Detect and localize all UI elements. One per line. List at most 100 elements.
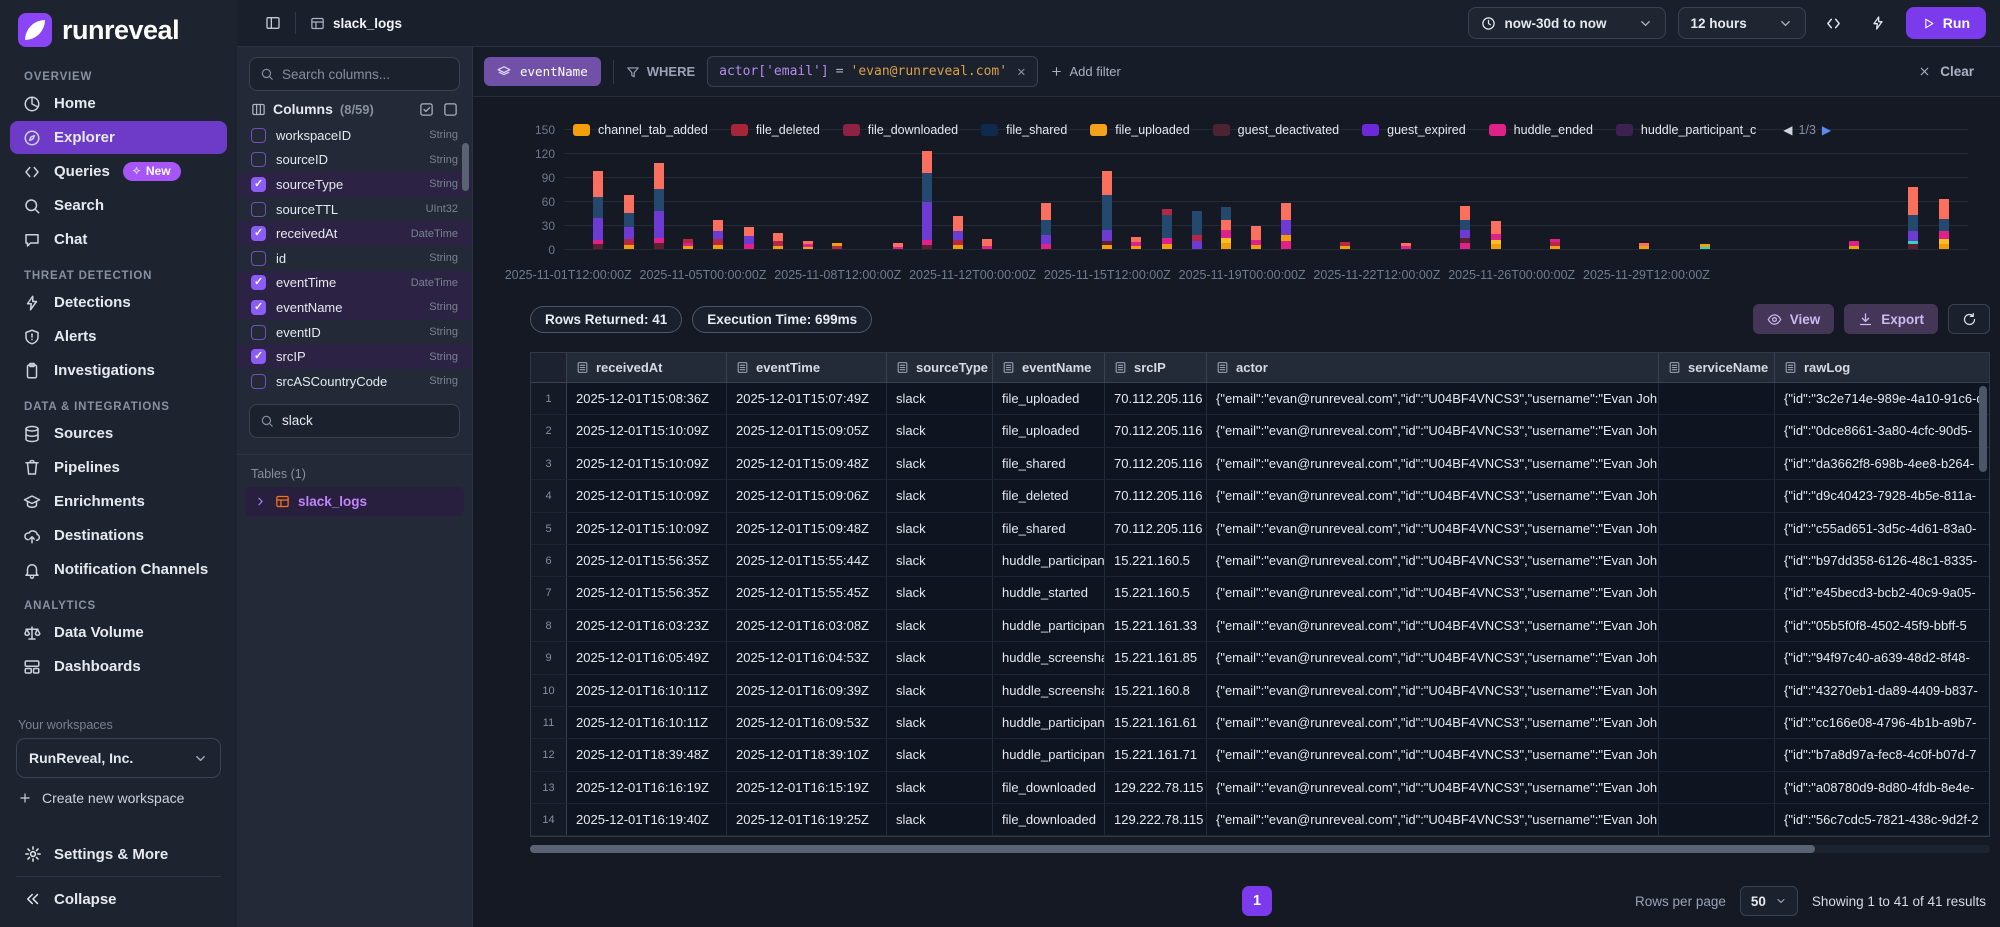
sidebar-item-enrichments[interactable]: Enrichments [10, 485, 227, 518]
column-row-sourceTTL[interactable]: sourceTTL UInt32 [237, 197, 472, 222]
stacked-bar[interactable] [1221, 207, 1231, 249]
column-row-receivedAt[interactable]: receivedAt DateTime [237, 221, 472, 246]
table-row[interactable]: 102025-12-01T16:10:11Z2025-12-01T16:09:3… [531, 675, 1989, 707]
panel-toggle-icon[interactable] [265, 15, 281, 31]
stacked-bar[interactable] [713, 220, 723, 249]
export-button[interactable]: Export [1844, 304, 1938, 334]
workspace-select[interactable]: RunReveal, Inc. [16, 738, 221, 778]
brand[interactable]: runreveal [0, 0, 237, 57]
sidebar-item-dashboards[interactable]: Dashboards [10, 650, 227, 683]
checkbox[interactable] [251, 300, 266, 315]
stacked-bar[interactable] [1162, 209, 1172, 249]
deselect-all-icon[interactable] [443, 102, 458, 117]
column-row-sourceType[interactable]: sourceType String [237, 172, 472, 197]
column-header-srcIP[interactable]: srcIP [1105, 353, 1207, 382]
columns-search[interactable] [249, 57, 460, 91]
table-row[interactable]: 32025-12-01T15:10:09Z2025-12-01T15:09:48… [531, 448, 1989, 480]
stacked-bar[interactable] [1340, 242, 1350, 249]
column-row-eventName[interactable]: eventName String [237, 295, 472, 320]
table-row[interactable]: 122025-12-01T18:39:48Z2025-12-01T18:39:1… [531, 739, 1989, 771]
checkbox[interactable] [251, 275, 266, 290]
table-row[interactable]: 142025-12-01T16:19:40Z2025-12-01T16:19:2… [531, 804, 1989, 836]
collapse-button[interactable]: Collapse [0, 881, 237, 917]
view-button[interactable]: View [1753, 304, 1835, 334]
sidebar-item-destinations[interactable]: Destinations [10, 519, 227, 552]
column-header-eventName[interactable]: eventName [993, 353, 1105, 382]
table-item-slack-logs[interactable]: slack_logs [245, 487, 464, 516]
stacked-bar[interactable] [1939, 199, 1949, 249]
sql-editor-button[interactable] [1818, 7, 1850, 39]
column-header-receivedAt[interactable]: receivedAt [567, 353, 727, 382]
stacked-bar[interactable] [683, 239, 693, 249]
clear-filters-button[interactable]: Clear [1918, 64, 1974, 79]
tables-search[interactable] [249, 404, 460, 438]
columns-scrollbar[interactable] [462, 143, 469, 191]
table-row[interactable]: 92025-12-01T16:05:49Z2025-12-01T16:04:53… [531, 642, 1989, 674]
column-row-eventTime[interactable]: eventTime DateTime [237, 271, 472, 296]
tables-search-input[interactable] [282, 413, 449, 428]
stacked-bar[interactable] [803, 241, 813, 249]
stacked-bar[interactable] [744, 227, 754, 249]
stacked-bar[interactable] [1281, 203, 1291, 249]
group-by-chip[interactable]: eventName [484, 57, 601, 86]
checkbox[interactable] [251, 128, 266, 143]
time-range-select[interactable]: now-30d to now [1468, 7, 1666, 39]
table-row[interactable]: 72025-12-01T15:56:35Z2025-12-01T15:55:45… [531, 577, 1989, 609]
page-1-button[interactable]: 1 [1242, 886, 1272, 916]
legend-item-guest_deactivated[interactable]: guest_deactivated [1213, 123, 1339, 137]
stacked-bar[interactable] [1192, 211, 1202, 249]
stacked-bar[interactable] [1041, 203, 1051, 249]
sidebar-item-detections[interactable]: Detections [10, 286, 227, 319]
table-row[interactable]: 42025-12-01T15:10:09Z2025-12-01T15:09:06… [531, 480, 1989, 512]
legend-item-huddle_ended[interactable]: huddle_ended [1489, 123, 1593, 137]
legend-prev-icon[interactable]: ◀ [1783, 123, 1792, 137]
stacked-bar[interactable] [1550, 239, 1560, 249]
stacked-bar[interactable] [1131, 237, 1141, 249]
column-header-serviceName[interactable]: serviceName [1659, 353, 1775, 382]
table-row[interactable]: 52025-12-01T15:10:09Z2025-12-01T15:09:48… [531, 513, 1989, 545]
legend-item-guest_expired[interactable]: guest_expired [1362, 123, 1466, 137]
legend-item-huddle_participant_c[interactable]: huddle_participant_c [1616, 123, 1756, 137]
stacked-bar[interactable] [1102, 171, 1112, 249]
stacked-bar[interactable] [773, 233, 783, 249]
legend-item-file_deleted[interactable]: file_deleted [731, 123, 820, 137]
sidebar-item-pipelines[interactable]: Pipelines [10, 451, 227, 484]
sidebar-item-alerts[interactable]: Alerts [10, 320, 227, 353]
stacked-bar[interactable] [982, 239, 992, 249]
checkbox[interactable] [251, 202, 266, 217]
sidebar-item-investigations[interactable]: Investigations [10, 354, 227, 387]
run-button[interactable]: Run [1906, 7, 1986, 39]
table-row[interactable]: 12025-12-01T15:08:36Z2025-12-01T15:07:49… [531, 383, 1989, 415]
remove-filter-icon[interactable]: ✕ [1017, 64, 1025, 80]
sidebar-item-queries[interactable]: Queries New [10, 155, 227, 188]
sidebar-item-explorer[interactable]: Explorer [10, 121, 227, 154]
table-row[interactable]: 22025-12-01T15:10:09Z2025-12-01T15:09:05… [531, 415, 1989, 447]
sidebar-item-search[interactable]: Search [10, 189, 227, 222]
stacked-bar[interactable] [1849, 241, 1859, 249]
stacked-bar[interactable] [922, 151, 932, 249]
filter-chip[interactable]: actor['email'] = 'evan@runreveal.com' ✕ [707, 56, 1037, 87]
columns-search-input[interactable] [282, 67, 449, 82]
column-row-eventID[interactable]: eventID String [237, 320, 472, 345]
sidebar-item-home[interactable]: Home [10, 87, 227, 120]
sidebar-item-sources[interactable]: Sources [10, 417, 227, 450]
checkbox[interactable] [251, 349, 266, 364]
sidebar-item-notification-channels[interactable]: Notification Channels [10, 553, 227, 586]
checkbox[interactable] [251, 325, 266, 340]
table-row[interactable]: 82025-12-01T16:03:23Z2025-12-01T16:03:08… [531, 610, 1989, 642]
sidebar-item-chat[interactable]: Chat [10, 223, 227, 256]
stacked-bar[interactable] [1700, 244, 1710, 249]
tab-slack-logs[interactable]: slack_logs [310, 16, 402, 31]
table-row[interactable]: 132025-12-01T16:16:19Z2025-12-01T16:15:1… [531, 772, 1989, 804]
checkbox[interactable] [251, 226, 266, 241]
sidebar-item-data-volume[interactable]: Data Volume [10, 616, 227, 649]
legend-next-icon[interactable]: ▶ [1822, 123, 1831, 137]
checkbox[interactable] [251, 152, 266, 167]
table-row[interactable]: 112025-12-01T16:10:11Z2025-12-01T16:09:5… [531, 707, 1989, 739]
interval-select[interactable]: 12 hours [1678, 7, 1806, 39]
table-horizontal-scrollbar[interactable] [530, 845, 1815, 853]
column-row-workspaceID[interactable]: workspaceID String [237, 123, 472, 148]
checkbox[interactable] [251, 251, 266, 266]
add-filter-button[interactable]: Add filter [1050, 64, 1121, 79]
stacked-bar[interactable] [654, 163, 664, 249]
